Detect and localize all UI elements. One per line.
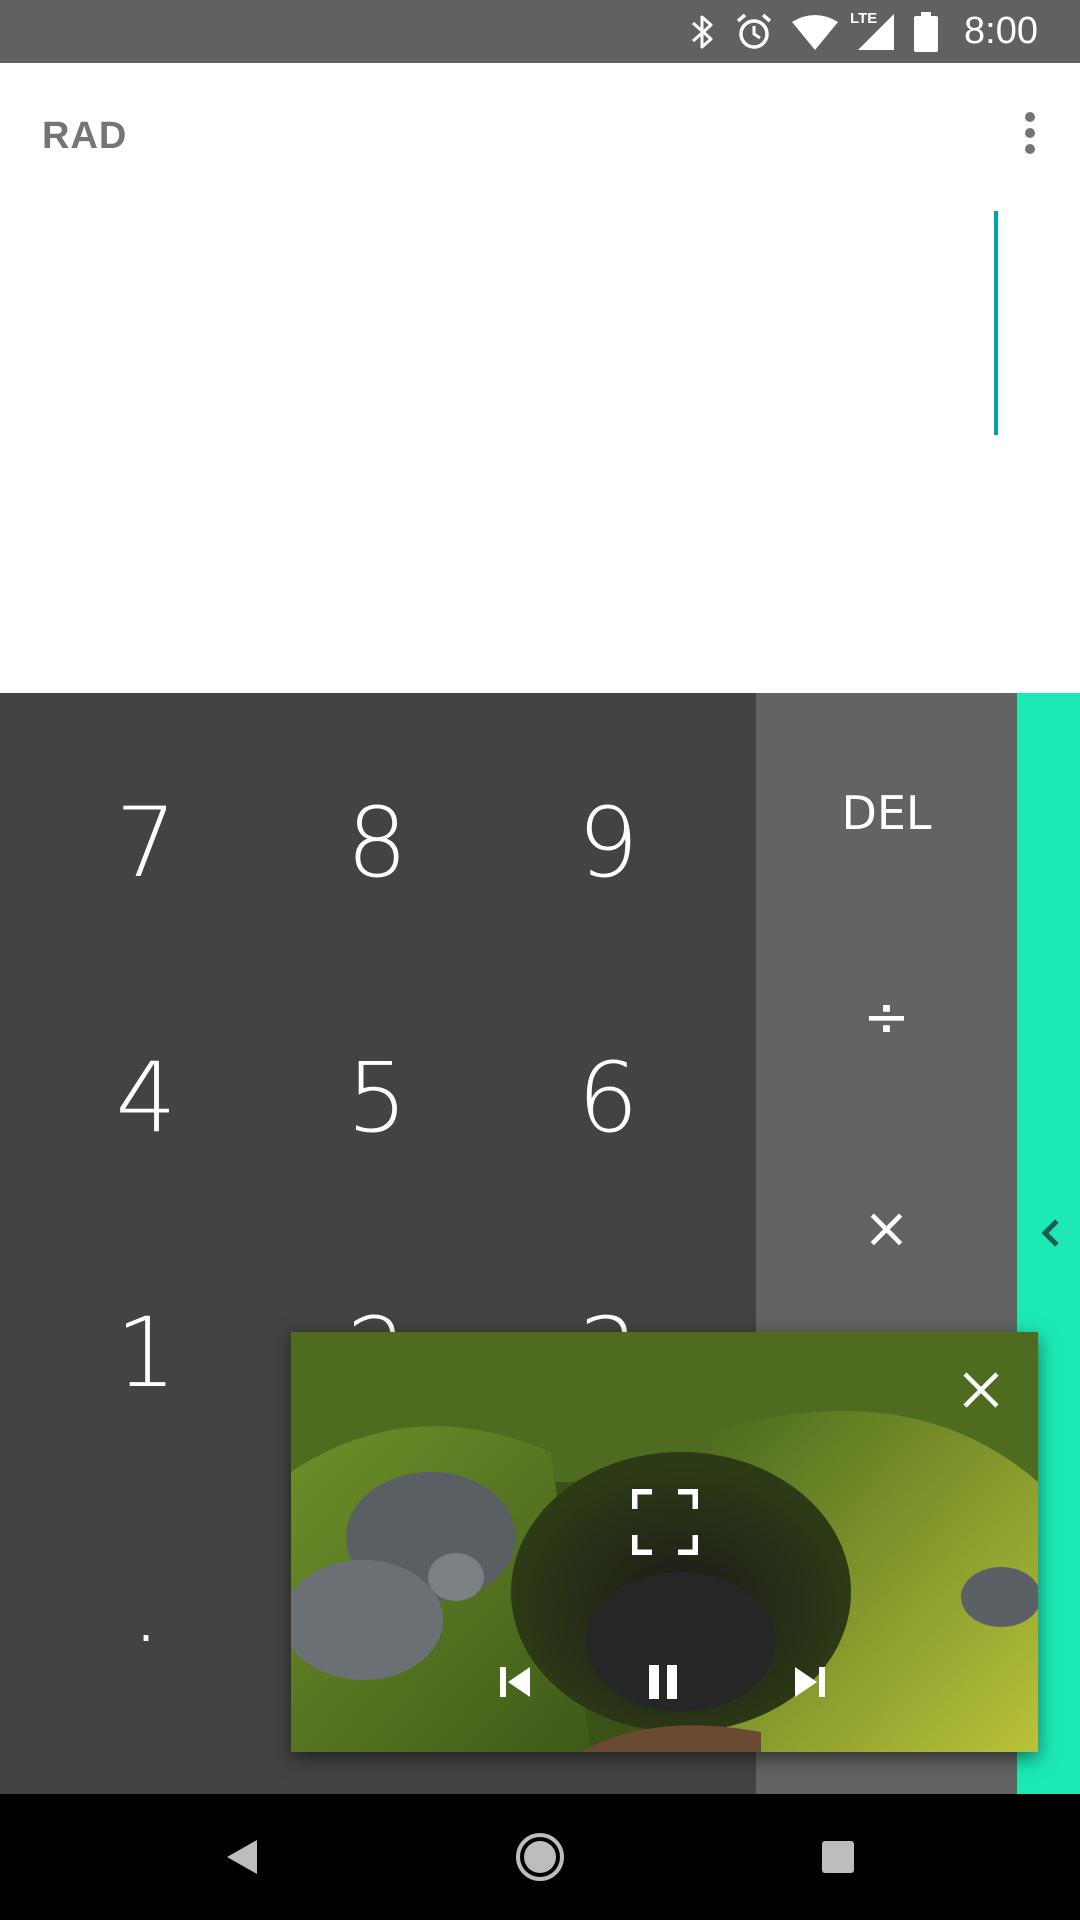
- multiply-button[interactable]: ×: [756, 1128, 1017, 1328]
- angle-mode-label[interactable]: RAD: [42, 115, 127, 158]
- skip-previous-icon: [500, 1667, 530, 1697]
- home-button[interactable]: [470, 1794, 610, 1920]
- input-cursor: [994, 211, 998, 435]
- pause-icon: [649, 1665, 677, 1699]
- back-icon: [227, 1840, 257, 1874]
- pip-skip-previous-button[interactable]: [485, 1652, 545, 1712]
- wifi-icon: [792, 14, 839, 50]
- digit-5-button[interactable]: 5: [262, 973, 492, 1223]
- digit-1-button[interactable]: 1: [31, 1228, 261, 1478]
- pip-video-player[interactable]: [291, 1332, 1038, 1752]
- pip-fullscreen-button[interactable]: [625, 1482, 705, 1562]
- more-vert-icon: [1025, 112, 1035, 154]
- overflow-menu-button[interactable]: [1000, 103, 1060, 163]
- pip-skip-next-button[interactable]: [780, 1652, 840, 1712]
- digit-9-button[interactable]: 9: [493, 718, 723, 968]
- bluetooth-icon: [692, 15, 713, 48]
- status-bar: LTE 8:00: [0, 0, 1080, 63]
- alarm-icon: [736, 13, 772, 49]
- recents-icon: [822, 1841, 854, 1873]
- network-label: LTE: [850, 9, 878, 27]
- clock: 8:00: [964, 10, 1038, 52]
- navigation-bar: [0, 1794, 1080, 1920]
- status-icons: LTE 8:00: [690, 0, 1038, 63]
- digit-8-button[interactable]: 8: [262, 718, 492, 968]
- recents-button[interactable]: [768, 1794, 908, 1920]
- fullscreen-icon: [632, 1489, 698, 1555]
- lte-signal-icon: LTE: [850, 10, 896, 52]
- pip-pause-button[interactable]: [633, 1652, 693, 1712]
- chevron-left-icon: [1041, 1219, 1059, 1247]
- digit-7-button[interactable]: 7: [31, 718, 261, 968]
- calculator-display[interactable]: RAD: [0, 63, 1080, 693]
- delete-button[interactable]: DEL: [756, 713, 1017, 913]
- home-icon: [516, 1833, 564, 1881]
- digit-4-button[interactable]: 4: [31, 973, 261, 1223]
- digit-6-button[interactable]: 6: [493, 973, 723, 1223]
- close-icon: [963, 1372, 999, 1408]
- battery-icon: [914, 11, 939, 52]
- pip-close-button[interactable]: [953, 1362, 1009, 1418]
- back-button[interactable]: [172, 1794, 312, 1920]
- divide-button[interactable]: ÷: [756, 917, 1017, 1117]
- skip-next-icon: [795, 1667, 825, 1697]
- decimal-point-button[interactable]: .: [31, 1483, 261, 1733]
